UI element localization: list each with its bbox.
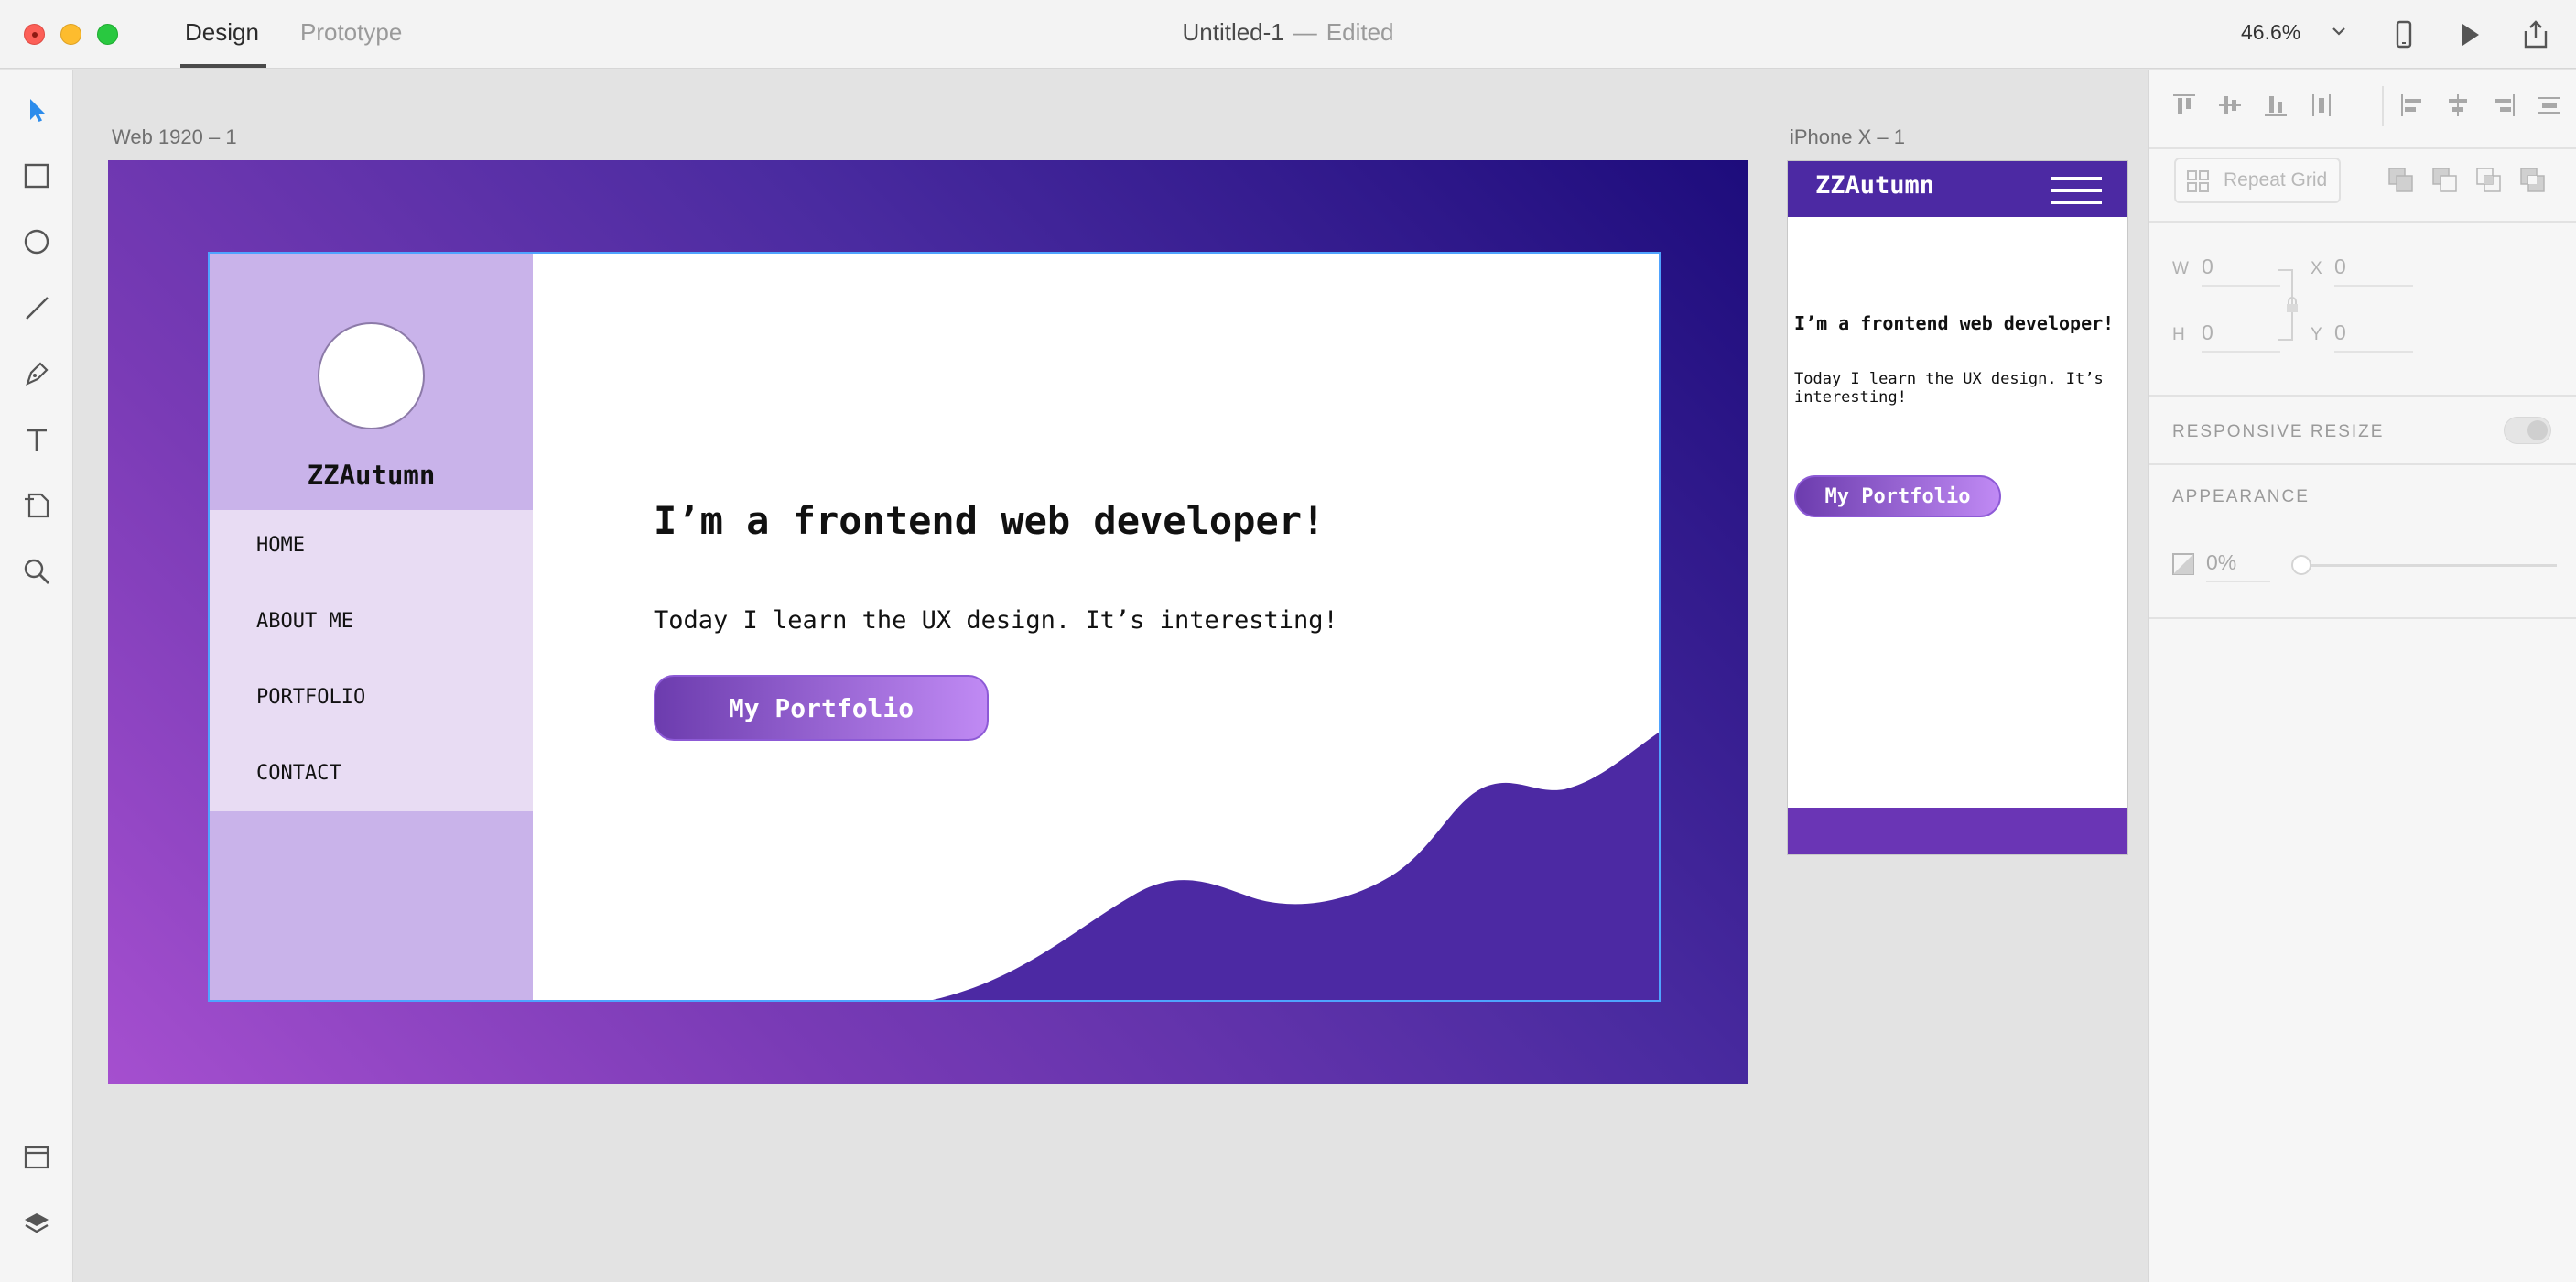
- title-separator: —: [1293, 18, 1317, 46]
- distribute-horizontal-icon[interactable]: [2534, 90, 2565, 121]
- y-field[interactable]: 0: [2334, 320, 2413, 353]
- panel-divider: [2149, 221, 2576, 223]
- phone-artboard[interactable]: ZZAutumn I’m a frontend web developer! T…: [1787, 160, 2128, 855]
- property-inspector: Repeat Grid W 0 H 0 X 0 Y 0 RESPONSIVE R…: [2148, 70, 2576, 1282]
- nav-item-home[interactable]: HOME: [256, 534, 305, 557]
- lock-icon[interactable]: [2285, 296, 2300, 314]
- responsive-resize-label: RESPONSIVE RESIZE: [2172, 422, 2385, 441]
- minimize-window-button[interactable]: [60, 24, 81, 45]
- repeat-grid-label: Repeat Grid: [2224, 169, 2328, 190]
- line-icon: [26, 297, 49, 320]
- y-label: Y: [2311, 325, 2322, 344]
- align-middle-icon[interactable]: [2214, 90, 2246, 121]
- assets-icon: [24, 1146, 49, 1169]
- chevron-down-icon[interactable]: [2330, 22, 2348, 40]
- nav-item-about-me[interactable]: ABOUT ME: [256, 610, 353, 633]
- assets-panel-button[interactable]: [18, 1139, 55, 1176]
- x-field[interactable]: 0: [2334, 255, 2413, 287]
- close-window-button[interactable]: [24, 24, 45, 45]
- ellipse-tool[interactable]: [18, 223, 55, 260]
- tab-design[interactable]: Design: [185, 18, 259, 47]
- opacity-icon: [2172, 553, 2194, 575]
- portfolio-button[interactable]: My Portfolio: [654, 675, 989, 741]
- hamburger-menu-icon[interactable]: [2049, 174, 2104, 207]
- phone-header[interactable]: ZZAutumn: [1788, 161, 2127, 217]
- opacity-slider-thumb[interactable]: [2291, 555, 2311, 575]
- x-label: X: [2311, 259, 2322, 278]
- artboard-tool[interactable]: [18, 487, 55, 524]
- boolean-intersect-icon[interactable]: [2473, 165, 2505, 196]
- width-label: W: [2172, 259, 2189, 278]
- web-nav-menu: HOME ABOUT ME PORTFOLIO CONTACT: [210, 510, 533, 811]
- document-name: Untitled-1: [1182, 18, 1284, 46]
- pointer-icon: [30, 99, 45, 122]
- magnifier-icon: [24, 559, 49, 584]
- rectangle-tool[interactable]: [18, 158, 55, 194]
- align-right-icon[interactable]: [2488, 90, 2519, 121]
- grid-icon: [2187, 170, 2209, 192]
- zoom-level[interactable]: 46.6%: [2241, 20, 2300, 45]
- text-tool[interactable]: [18, 421, 55, 458]
- device-preview-icon[interactable]: [2387, 18, 2420, 51]
- panel-divider: [2149, 463, 2576, 465]
- zoom-tool[interactable]: [18, 553, 55, 590]
- title-bar: Design Prototype Untitled-1 — Edited 46.6%: [0, 0, 2576, 69]
- opacity-slider-track[interactable]: [2300, 564, 2557, 567]
- align-center-icon[interactable]: [2442, 90, 2473, 121]
- phone-footer[interactable]: [1788, 808, 2127, 854]
- phone-hero-heading[interactable]: I’m a frontend web developer!: [1794, 312, 2114, 334]
- rectangle-icon: [24, 163, 49, 189]
- align-top-icon[interactable]: [2169, 90, 2200, 121]
- repeat-grid-button[interactable]: Repeat Grid: [2174, 158, 2341, 203]
- phone-hero-text[interactable]: Today I learn the UX design. It’s intere…: [1794, 370, 2124, 407]
- tools-toolbar: [0, 70, 73, 1282]
- hero-text[interactable]: Today I learn the UX design. It’s intere…: [654, 606, 1338, 635]
- panel-divider: [2149, 147, 2576, 149]
- line-tool[interactable]: [18, 289, 55, 326]
- panel-divider: [2149, 395, 2576, 397]
- web-page-frame[interactable]: ZZAutumn HOME ABOUT ME PORTFOLIO CONTACT…: [208, 252, 1661, 1002]
- select-tool[interactable]: [18, 92, 55, 128]
- text-icon: [27, 429, 47, 451]
- align-bottom-icon[interactable]: [2260, 90, 2291, 121]
- height-field[interactable]: 0: [2202, 320, 2280, 353]
- phone-portfolio-button[interactable]: My Portfolio: [1794, 475, 2001, 517]
- boolean-subtract-icon[interactable]: [2430, 165, 2461, 196]
- web-artboard-label[interactable]: Web 1920 – 1: [112, 125, 237, 149]
- toolbar-divider: [2382, 86, 2384, 126]
- web-artboard[interactable]: ZZAutumn HOME ABOUT ME PORTFOLIO CONTACT…: [108, 160, 1748, 1084]
- layers-panel-button[interactable]: [18, 1205, 55, 1242]
- play-icon[interactable]: [2453, 18, 2486, 51]
- align-left-icon[interactable]: [2397, 90, 2428, 121]
- site-brand[interactable]: ZZAutumn: [210, 460, 533, 491]
- tab-prototype[interactable]: Prototype: [300, 18, 402, 47]
- pen-icon: [26, 362, 49, 386]
- appearance-section-title: APPEARANCE: [2172, 487, 2310, 506]
- document-status: Edited: [1326, 18, 1394, 46]
- active-tab-indicator: [180, 64, 266, 68]
- distribute-vertical-icon[interactable]: [2306, 90, 2337, 121]
- maximize-window-button[interactable]: [97, 24, 118, 45]
- pen-tool[interactable]: [18, 355, 55, 392]
- responsive-resize-toggle[interactable]: [2504, 417, 2551, 444]
- share-icon[interactable]: [2519, 18, 2552, 51]
- artboard-icon: [25, 493, 49, 518]
- height-label: H: [2172, 325, 2185, 344]
- nav-item-contact[interactable]: CONTACT: [256, 762, 341, 785]
- boolean-exclude-icon[interactable]: [2517, 165, 2549, 196]
- layers-icon: [25, 1213, 49, 1233]
- phone-artboard-label[interactable]: iPhone X – 1: [1790, 125, 1905, 149]
- phone-site-brand[interactable]: ZZAutumn: [1815, 171, 1934, 200]
- panel-divider: [2149, 617, 2576, 619]
- opacity-field[interactable]: 0%: [2206, 550, 2270, 582]
- ellipse-icon: [24, 229, 49, 255]
- width-field[interactable]: 0: [2202, 255, 2280, 287]
- boolean-add-icon[interactable]: [2386, 165, 2417, 196]
- avatar[interactable]: [318, 322, 425, 429]
- nav-item-portfolio[interactable]: PORTFOLIO: [256, 686, 365, 709]
- hero-heading[interactable]: I’m a frontend web developer!: [654, 498, 1325, 543]
- web-sidebar: ZZAutumn HOME ABOUT ME PORTFOLIO CONTACT: [210, 254, 533, 1000]
